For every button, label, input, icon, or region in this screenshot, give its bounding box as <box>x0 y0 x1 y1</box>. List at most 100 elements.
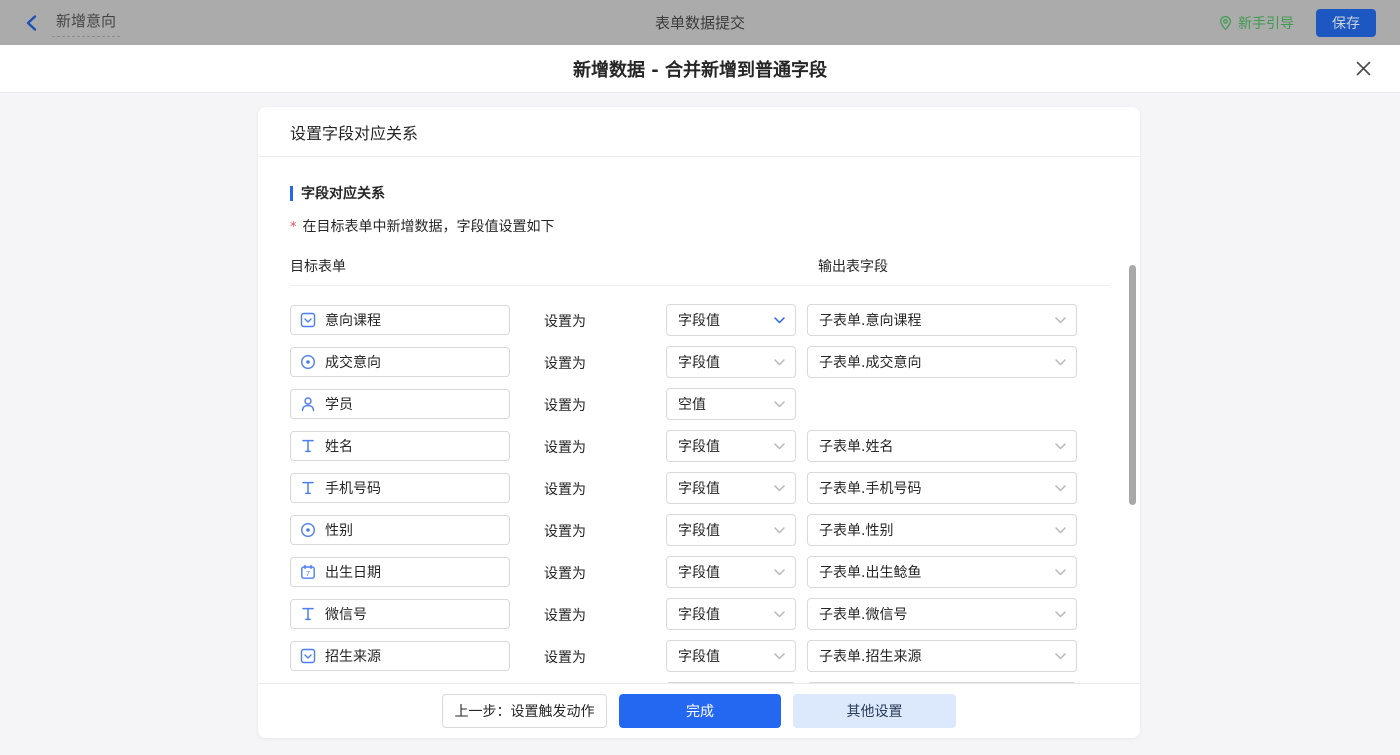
mapping-row: 姓名 设置为 字段值 子表单.姓名 <box>290 426 1140 468</box>
column-header-output-fields: 输出表字段 <box>818 256 888 276</box>
chevron-down-icon <box>774 317 785 324</box>
set-as-label: 设置为 <box>544 437 586 457</box>
previous-step-button[interactable]: 上一步：设置触发动作 <box>442 694 607 728</box>
value-mode-selected: 字段值 <box>678 352 720 372</box>
target-field-label: 手机号码 <box>325 478 381 498</box>
chevron-down-icon <box>1055 485 1066 492</box>
radio-icon <box>300 354 316 370</box>
output-field-dropdown[interactable]: 子表单.出生鲶鱼 <box>807 556 1077 588</box>
scrollbar-thumb[interactable] <box>1129 265 1136 505</box>
output-field-selected: 子表单.招生来源 <box>819 646 921 666</box>
chevron-down-icon <box>1055 653 1066 660</box>
chevron-down-icon <box>774 443 785 450</box>
text-icon <box>300 438 316 454</box>
value-mode-selected: 空值 <box>678 394 706 414</box>
output-field-selected: 子表单.手机号码 <box>819 478 921 498</box>
modal-title: 新增数据 - 合并新增到普通字段 <box>573 56 827 82</box>
value-mode-dropdown[interactable]: 字段值 <box>666 514 796 546</box>
output-field-dropdown[interactable]: 子表单.招生来源 <box>807 640 1077 672</box>
target-field-label: 姓名 <box>325 436 353 456</box>
done-button[interactable]: 完成 <box>619 694 781 728</box>
mapping-scroll-area: 字段对应关系 * 在目标表单中新增数据，字段值设置如下 目标表单 输出表字段 意向… <box>258 157 1140 683</box>
value-mode-dropdown[interactable] <box>666 682 796 683</box>
output-field-selected: 子表单.出生鲶鱼 <box>819 562 921 582</box>
mapping-row: 性别 设置为 字段值 子表单.性别 <box>290 510 1140 552</box>
set-as-label: 设置为 <box>544 605 586 625</box>
mapping-row: 出生日期 设置为 字段值 子表单.出生鲶鱼 <box>290 552 1140 594</box>
value-mode-dropdown[interactable]: 字段值 <box>666 430 796 462</box>
output-field-dropdown[interactable]: 子表单.意向课程 <box>807 304 1077 336</box>
chevron-down-icon <box>1055 527 1066 534</box>
card-footer: 上一步：设置触发动作 完成 其他设置 <box>258 683 1140 738</box>
other-settings-button[interactable]: 其他设置 <box>793 694 956 728</box>
value-mode-selected: 字段值 <box>678 520 720 540</box>
mapping-row: 成交意向 设置为 字段值 子表单.成交意向 <box>290 342 1140 384</box>
output-field-selected: 子表单.成交意向 <box>819 352 921 372</box>
value-mode-dropdown[interactable]: 字段值 <box>666 598 796 630</box>
target-field-label: 性别 <box>325 520 353 540</box>
target-field-box: 意向课程 <box>290 305 510 335</box>
column-divider <box>290 285 1110 286</box>
newbie-guide-link[interactable]: 新手引导 <box>1218 13 1294 33</box>
chevron-down-icon <box>1055 611 1066 618</box>
chevron-down-icon <box>774 485 785 492</box>
chevron-down-icon <box>774 611 785 618</box>
date-icon <box>300 564 316 580</box>
section-title: 字段对应关系 <box>301 183 385 203</box>
output-field-dropdown[interactable]: 子表单.性别 <box>807 514 1077 546</box>
column-header-target-form: 目标表单 <box>290 256 346 276</box>
value-mode-dropdown[interactable]: 字段值 <box>666 640 796 672</box>
output-field-selected: 子表单.意向课程 <box>819 310 921 330</box>
close-icon[interactable] <box>1352 58 1374 80</box>
set-as-label: 设置为 <box>544 521 586 541</box>
target-field-label: 成交意向 <box>325 352 381 372</box>
set-as-label: 设置为 <box>544 479 586 499</box>
chevron-down-icon <box>1055 443 1066 450</box>
section-note: * 在目标表单中新增数据，字段值设置如下 <box>290 216 1140 236</box>
value-mode-dropdown[interactable]: 字段值 <box>666 304 796 336</box>
back-button[interactable] <box>24 14 38 32</box>
output-field-selected: 子表单.姓名 <box>819 436 893 456</box>
target-field-box: 性别 <box>290 515 510 545</box>
output-field-dropdown[interactable]: 子表单.微信号 <box>807 598 1077 630</box>
target-field-box: 成交意向 <box>290 347 510 377</box>
required-asterisk: * <box>290 220 297 235</box>
target-field-label: 学员 <box>325 394 353 414</box>
mapping-row: 手机号码 设置为 字段值 子表单.手机号码 <box>290 468 1140 510</box>
target-field-box: 手机号码 <box>290 473 510 503</box>
target-field-label: 招生来源 <box>325 646 381 666</box>
value-mode-selected: 字段值 <box>678 436 720 456</box>
target-field-box: 招生来源 <box>290 641 510 671</box>
chevron-down-icon <box>774 569 785 576</box>
output-field-dropdown[interactable]: 子表单.成交意向 <box>807 346 1077 378</box>
section-note-text: 在目标表单中新增数据，字段值设置如下 <box>303 219 555 235</box>
chevron-down-icon <box>774 401 785 408</box>
target-field-box: 出生日期 <box>290 557 510 587</box>
form-title: 表单数据提交 <box>0 12 1400 33</box>
output-field-selected: 子表单.微信号 <box>819 604 907 624</box>
output-field-dropdown[interactable]: 子表单.姓名 <box>807 430 1077 462</box>
output-field-dropdown[interactable]: 子表单.手机号码 <box>807 472 1077 504</box>
target-field-label: 微信号 <box>325 604 367 624</box>
modal-body: 设置字段对应关系 字段对应关系 * 在目标表单中新增数据，字段值设置如下 目标表单… <box>0 93 1400 755</box>
select-icon <box>300 312 316 328</box>
card-title: 设置字段对应关系 <box>258 107 1140 157</box>
set-as-label: 设置为 <box>544 563 586 583</box>
output-field-dropdown[interactable] <box>807 682 1077 683</box>
mapping-row: 学员 设置为 空值 <box>290 384 1140 426</box>
flow-name[interactable]: 新增意向 <box>52 8 120 37</box>
set-as-label: 设置为 <box>544 395 586 415</box>
select-icon <box>300 648 316 664</box>
section-accent-bar <box>290 186 293 201</box>
value-mode-dropdown[interactable]: 空值 <box>666 388 796 420</box>
value-mode-dropdown[interactable]: 字段值 <box>666 556 796 588</box>
location-pin-icon <box>1218 15 1233 31</box>
chevron-down-icon <box>774 653 785 660</box>
save-button[interactable]: 保存 <box>1316 9 1376 37</box>
value-mode-dropdown[interactable]: 字段值 <box>666 346 796 378</box>
chevron-down-icon <box>1055 359 1066 366</box>
radio-icon <box>300 522 316 538</box>
mapping-row <box>290 678 1140 683</box>
target-field-label: 出生日期 <box>325 562 381 582</box>
value-mode-dropdown[interactable]: 字段值 <box>666 472 796 504</box>
